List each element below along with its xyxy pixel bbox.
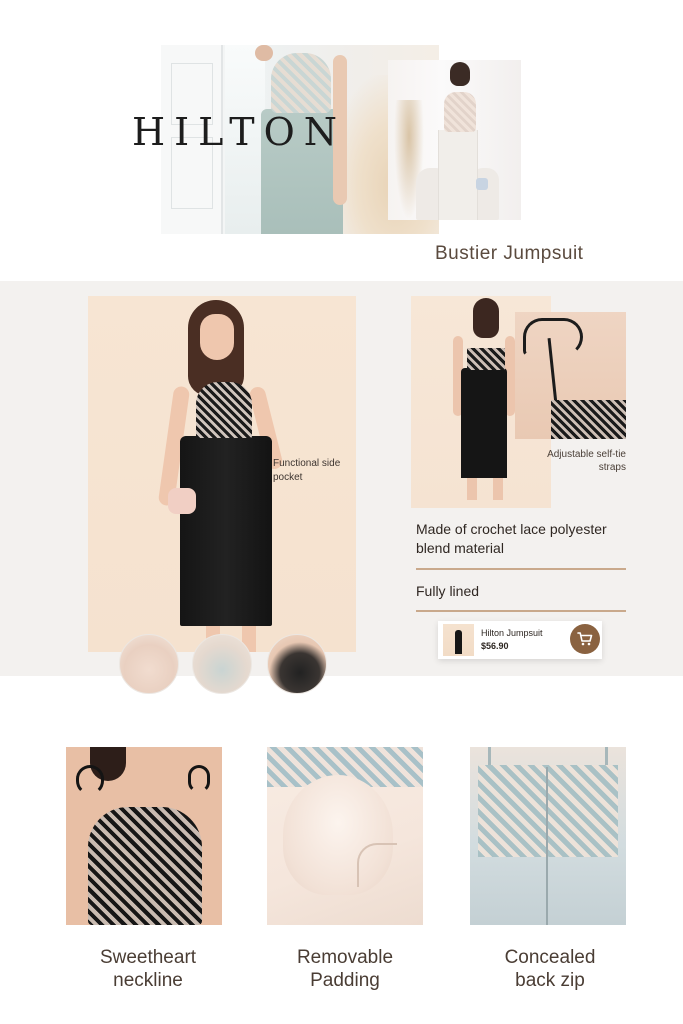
strap-detail-photo	[515, 312, 626, 439]
feature-label-line: Padding	[310, 970, 380, 991]
feature-label-padding: Removable Padding	[260, 946, 430, 992]
swatch-blush[interactable]	[119, 634, 179, 694]
model-feet	[467, 478, 503, 500]
product-title: Bustier Jumpsuit	[435, 243, 584, 264]
strap-bow	[188, 765, 210, 793]
feature-label-line: neckline	[113, 970, 183, 991]
cart-item-price: $56.90	[481, 641, 509, 651]
lace-bodice	[478, 765, 618, 857]
clutch-bag	[168, 488, 196, 514]
sweetheart-neckline-photo	[66, 747, 222, 925]
model-face	[200, 314, 234, 360]
feature-label-neckline: Sweetheart neckline	[63, 946, 233, 992]
black-jumpsuit-pants	[461, 368, 507, 478]
model-hand	[255, 45, 273, 61]
pocket-callout: Functional side pocket	[273, 458, 341, 483]
feature-label-line: Concealed	[504, 947, 596, 968]
divider	[416, 610, 626, 612]
cart-thumbnail	[443, 624, 474, 656]
white-lace-bodice	[444, 92, 476, 132]
feature-label-line: back zip	[515, 970, 585, 991]
model-hair	[450, 62, 470, 86]
lining-description: Fully lined	[416, 583, 480, 599]
white-jumpsuit-pants	[438, 130, 478, 220]
black-jumpsuit-pants	[180, 436, 272, 626]
brand-logo: HILTON	[132, 110, 347, 154]
strap	[488, 747, 491, 767]
feature-label-line: Removable	[296, 947, 394, 968]
zipper	[546, 767, 548, 925]
cart-icon	[577, 632, 593, 646]
model-hair	[473, 298, 499, 338]
pad-pocket	[357, 843, 397, 887]
removable-padding-photo	[267, 747, 423, 925]
straps-callout: Adjustable self-tie straps	[547, 449, 626, 473]
lace-bodice	[88, 807, 202, 925]
swatch-mint[interactable]	[192, 634, 252, 694]
lace-detail	[551, 400, 626, 439]
divider	[416, 568, 626, 570]
feature-label-zip: Concealed back zip	[465, 946, 635, 992]
material-description: Made of crochet lace polyester blend mat…	[416, 521, 607, 556]
back-lace-panel	[467, 348, 505, 370]
strap-bow	[523, 318, 583, 356]
strap-bow	[76, 765, 104, 795]
swatch-black[interactable]	[267, 634, 327, 694]
hero-photo-white	[388, 60, 521, 220]
feature-label-line: Sweetheart	[99, 947, 197, 968]
black-lace-bodice	[196, 382, 252, 438]
handbag	[476, 178, 488, 190]
mint-lace-bodice	[271, 53, 331, 113]
back-zip-photo	[470, 747, 626, 925]
add-to-cart-button[interactable]	[570, 624, 600, 654]
cart-item-name: Hilton Jumpsuit	[481, 628, 543, 638]
strap	[605, 747, 608, 767]
